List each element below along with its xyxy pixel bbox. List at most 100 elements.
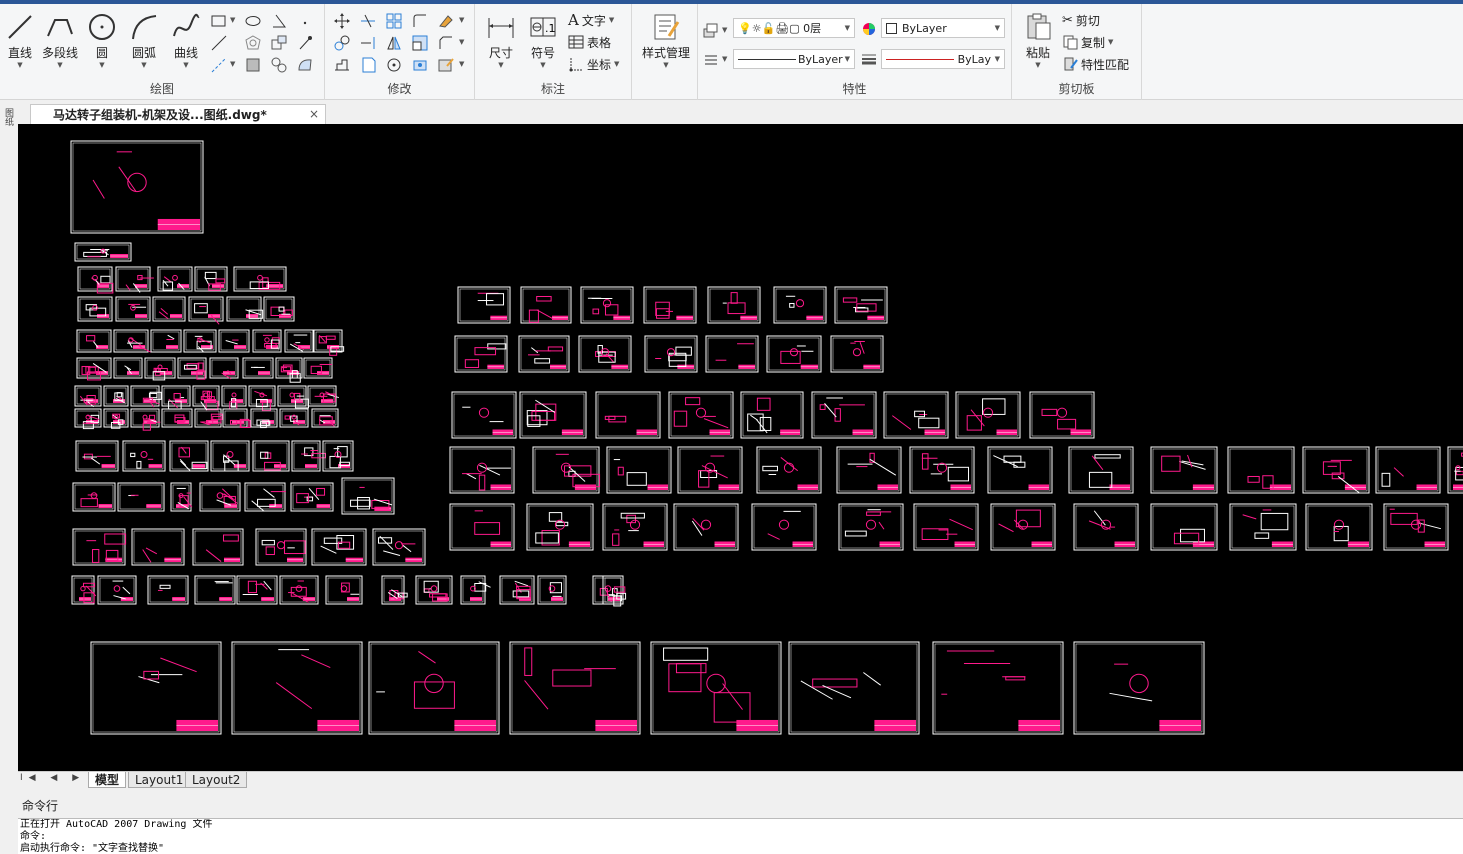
trim-icon[interactable]: [359, 12, 377, 30]
drawing-canvas[interactable]: [18, 124, 1463, 771]
angle-icon[interactable]: [270, 12, 288, 30]
part-outline: [261, 539, 275, 546]
layer-properties-icon[interactable]: [702, 21, 720, 39]
color-wheel-icon[interactable]: [860, 20, 878, 38]
arc-button[interactable]: 圆弧 ▼: [124, 8, 164, 74]
part-outline: [759, 416, 772, 431]
scale-icon[interactable]: [411, 34, 429, 52]
polyline-label: 多段线: [41, 46, 78, 60]
part-circle: [216, 492, 224, 499]
match-properties-button[interactable]: 特性匹配: [1062, 54, 1129, 74]
part-outline: [80, 498, 98, 508]
ribbon-group-draw: 直线 ▼ 多段线 ▼ 圆 ▼ 圆弧 ▼ 曲线 ▼ ▼ ▼ 绘图: [0, 4, 325, 100]
point-icon[interactable]: [296, 12, 314, 30]
part-outline: [947, 466, 970, 482]
part-outline: [592, 308, 600, 315]
color-combo[interactable]: ByLayer ▼: [881, 18, 1005, 38]
copy-object-icon[interactable]: [333, 34, 351, 52]
lineweight-combo[interactable]: ByLay ▼: [881, 49, 1005, 69]
properties-group-label: 特性: [842, 82, 867, 96]
chevron-down-icon: ▼: [57, 61, 63, 69]
chevron-down-icon: ▼: [844, 24, 850, 32]
rectangle-icon[interactable]: [210, 12, 228, 30]
tab-layout2[interactable]: Layout2: [185, 772, 248, 788]
table-button[interactable]: 表格: [568, 32, 611, 52]
part-line: [949, 518, 973, 531]
part-line: [93, 341, 99, 348]
part-outline: [673, 410, 688, 427]
array-icon[interactable]: [385, 12, 403, 30]
document-tab[interactable]: 马达转子组装机-机架及设...图纸.dwg* ×: [30, 104, 326, 124]
dimension-label: 尺寸: [488, 46, 513, 60]
text-button[interactable]: A 文字 ▼: [568, 10, 614, 30]
lineweight-icon[interactable]: [860, 50, 878, 68]
table-label: 表格: [587, 35, 612, 50]
part-line: [142, 549, 152, 563]
part-outline: [130, 452, 136, 458]
linetype-combo[interactable]: ByLayer ▼: [733, 49, 855, 69]
stretch-icon[interactable]: [333, 56, 351, 74]
part-outline: [685, 397, 701, 406]
left-palette-strip[interactable]: 图纸: [0, 100, 18, 771]
part-outline: [762, 465, 778, 472]
fillet-icon[interactable]: [411, 12, 429, 30]
part-outline: [713, 692, 751, 723]
part-outline: [339, 461, 350, 466]
part-circle: [1333, 519, 1345, 530]
left-strip-label: 图纸: [3, 108, 13, 126]
part-outline: [536, 295, 552, 302]
lineweight-sample: [886, 58, 954, 60]
tab-layout1[interactable]: Layout1: [128, 772, 191, 788]
boundary-icon[interactable]: [296, 56, 314, 74]
block-icon[interactable]: [270, 34, 288, 52]
circle-button[interactable]: 圆 ▼: [82, 8, 122, 74]
polygon-icon[interactable]: [244, 34, 262, 52]
paste-button[interactable]: 粘贴 ▼: [1018, 8, 1058, 74]
part-outline: [1088, 471, 1113, 488]
part-outline: [215, 278, 226, 284]
cut-button[interactable]: ✂ 剪切: [1062, 10, 1100, 30]
chamfer-icon[interactable]: [437, 34, 455, 52]
part-line: [163, 276, 172, 283]
ray-icon[interactable]: [210, 56, 228, 74]
symbol-button[interactable]: .1 符号 ▼: [523, 8, 563, 74]
close-icon[interactable]: ×: [309, 107, 319, 121]
rotate-icon[interactable]: [385, 56, 403, 74]
part-line: [824, 403, 837, 418]
copy-button[interactable]: 复制 ▼: [1062, 32, 1113, 52]
move-icon[interactable]: [333, 12, 351, 30]
part-outline: [604, 415, 616, 420]
dimension-button[interactable]: 尺寸 ▼: [481, 8, 521, 74]
coord-button[interactable]: 坐标 ▼: [568, 54, 619, 74]
curve-button[interactable]: 曲线 ▼: [166, 8, 206, 74]
chevron-down-icon: ▼: [459, 16, 465, 24]
part-line: [993, 455, 1018, 468]
erase-icon[interactable]: [437, 12, 455, 30]
pick-icon[interactable]: [296, 34, 314, 52]
part-line: [263, 580, 272, 591]
construction-line-icon[interactable]: [210, 34, 228, 52]
offset-icon[interactable]: [359, 56, 377, 74]
part-line: [1187, 454, 1193, 468]
line-button[interactable]: 直线 ▼: [0, 8, 40, 74]
copy-label: 复制: [1081, 35, 1106, 50]
hatch-icon[interactable]: [244, 56, 262, 74]
command-history[interactable]: 正在打开 AutoCAD 2007 Drawing 文件 命令: 启动执行命令:…: [18, 818, 1463, 854]
part-circle: [795, 299, 805, 308]
region-icon[interactable]: [270, 56, 288, 74]
ellipse-icon[interactable]: [244, 12, 262, 30]
part-line: [1393, 467, 1404, 477]
layer-combo[interactable]: 💡☼🔓🖨▢ 0层 ▼: [733, 18, 855, 38]
part-line: [205, 549, 222, 562]
drawing-sheet-frame: [74, 408, 102, 428]
linetype-list-icon[interactable]: [702, 50, 720, 68]
extend-icon[interactable]: [359, 34, 377, 52]
polyline-button[interactable]: 多段线 ▼: [40, 8, 80, 74]
part-outline: [265, 546, 275, 556]
edit-hatch-icon[interactable]: [437, 56, 455, 74]
style-manager-button[interactable]: 样式管理 ▼: [638, 8, 694, 74]
explode-icon[interactable]: [411, 56, 429, 74]
mirror-icon[interactable]: [385, 34, 403, 52]
part-circle: [1017, 519, 1029, 530]
tab-model[interactable]: 模型: [88, 772, 127, 788]
